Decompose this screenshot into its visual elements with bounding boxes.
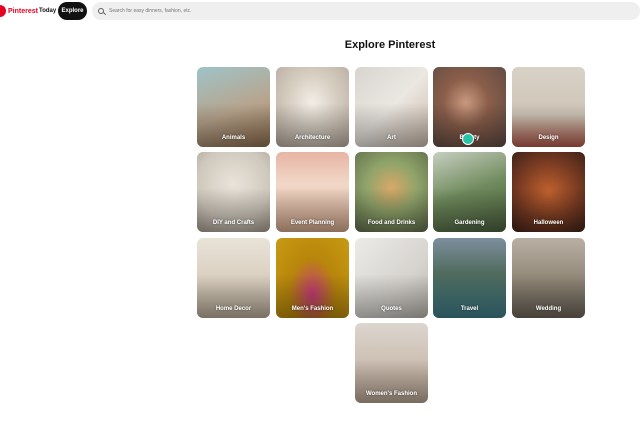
search-input[interactable] (109, 8, 609, 14)
category-label: Event Planning (290, 220, 335, 226)
category-label: Quotes (381, 306, 402, 312)
category-label: Men's Fashion (291, 306, 334, 312)
category-tile-diy-and-crafts[interactable]: DIY and Crafts (197, 152, 270, 232)
top-navigation-bar: Pinterest Today Explore (0, 0, 640, 22)
category-tile-halloween[interactable]: Halloween (512, 152, 585, 232)
category-label: Halloween (533, 220, 564, 226)
category-label: Architecture (294, 135, 331, 141)
category-tile-event-planning[interactable]: Event Planning (276, 152, 349, 232)
page-title: Explore Pinterest (344, 39, 436, 51)
category-tile-architecture[interactable]: Architecture (276, 67, 349, 147)
category-tile-mens-fashion[interactable]: Men's Fashion (276, 238, 349, 318)
category-tile-travel[interactable]: Travel (433, 238, 506, 318)
category-label: DIY and Crafts (212, 220, 255, 226)
category-label: Wedding (535, 306, 562, 312)
category-tile-design[interactable]: Design (512, 67, 585, 147)
category-tile-wedding[interactable]: Wedding (512, 238, 585, 318)
category-tile-food-and-drinks[interactable]: Food and Drinks (355, 152, 428, 232)
search-icon (98, 8, 104, 14)
category-label: Gardening (454, 220, 485, 226)
category-label: Food and Drinks (367, 220, 416, 226)
category-tile-quotes[interactable]: Quotes (355, 238, 428, 318)
category-label: Home Decor (215, 306, 252, 312)
category-label: Art (387, 135, 396, 141)
pinterest-logo[interactable]: Pinterest (0, 4, 38, 18)
category-label: Animals (221, 135, 246, 141)
category-tile-art[interactable]: Art (355, 67, 428, 147)
category-tile-animals[interactable]: Animals (197, 67, 270, 147)
category-label: Women's Fashion (366, 391, 417, 397)
pinterest-logo-icon (0, 5, 6, 17)
nav-explore-button[interactable]: Explore (58, 2, 87, 20)
category-label: Travel (460, 306, 479, 312)
category-label: Design (538, 135, 559, 141)
category-tile-gardening[interactable]: Gardening (433, 152, 506, 232)
category-tile-home-decor[interactable]: Home Decor (197, 238, 270, 318)
mouse-cursor-indicator (462, 133, 474, 145)
search-bar[interactable] (92, 2, 640, 20)
category-tile-womens-fashion[interactable]: Women's Fashion (355, 323, 428, 403)
